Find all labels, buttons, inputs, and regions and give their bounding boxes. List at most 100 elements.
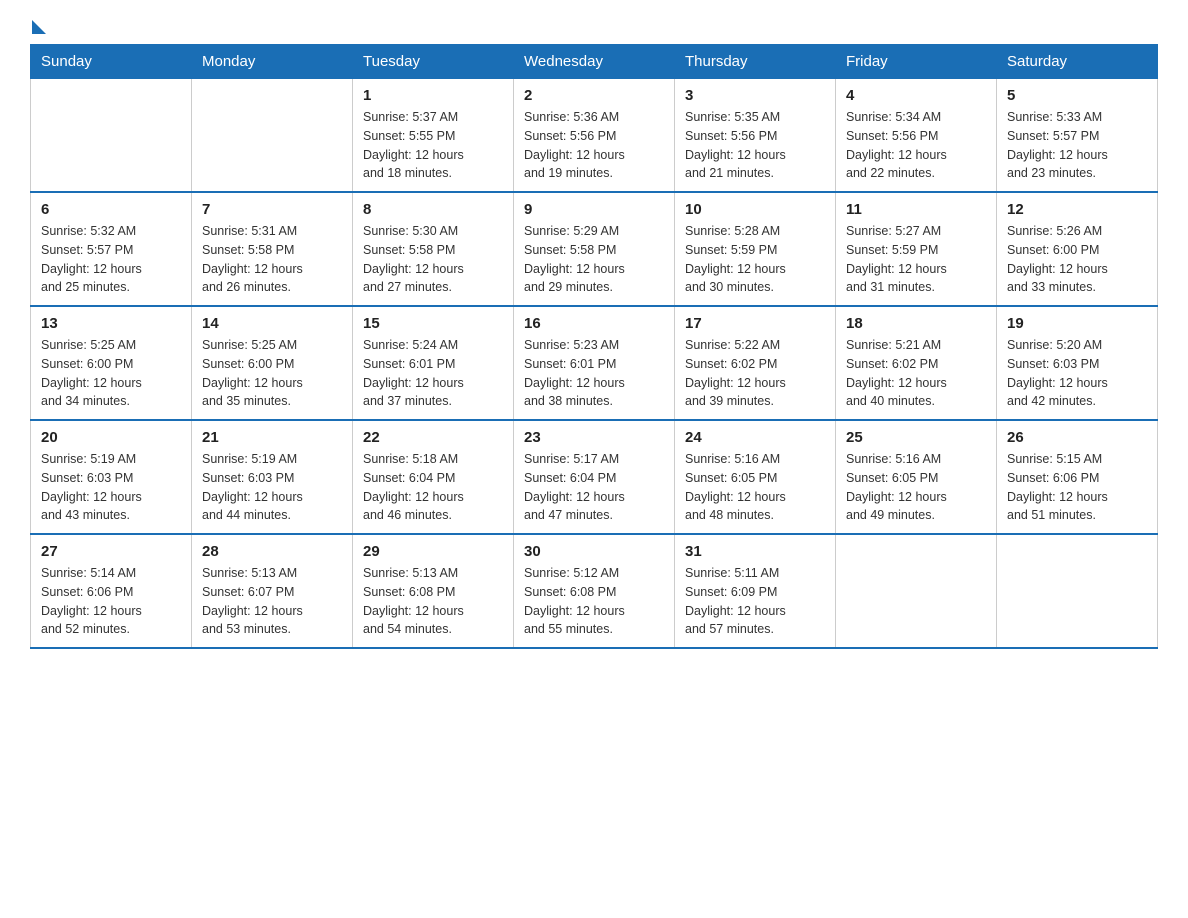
calendar-day-cell: 9 Sunrise: 5:29 AMSunset: 5:58 PMDaylight… <box>514 192 675 306</box>
day-info: Sunrise: 5:16 AMSunset: 6:05 PMDaylight:… <box>685 450 825 525</box>
day-number: 8 <box>363 201 503 218</box>
calendar-week-row: 6 Sunrise: 5:32 AMSunset: 5:57 PMDaylight… <box>31 192 1158 306</box>
calendar-day-cell: 25 Sunrise: 5:16 AMSunset: 6:05 PMDayligh… <box>836 420 997 534</box>
day-of-week-header: Saturday <box>997 45 1158 79</box>
day-of-week-header: Wednesday <box>514 45 675 79</box>
calendar-day-cell: 3Sunrise: 5:35 AMSunset: 5:56 PMDaylight… <box>675 79 836 193</box>
day-info: Sunrise: 5:33 AMSunset: 5:57 PMDaylight:… <box>1007 108 1147 183</box>
day-number: 27 <box>41 543 181 560</box>
calendar-day-cell <box>997 534 1158 648</box>
day-info: Sunrise: 5:36 AMSunset: 5:56 PMDaylight:… <box>524 108 664 183</box>
day-info: Sunrise: 5:37 AMSunset: 5:55 PMDaylight:… <box>363 108 503 183</box>
day-number: 5 <box>1007 87 1147 104</box>
day-info: Sunrise: 5:27 AMSunset: 5:59 PMDaylight:… <box>846 222 986 297</box>
day-info: Sunrise: 5:19 AMSunset: 6:03 PMDaylight:… <box>41 450 181 525</box>
day-info: Sunrise: 5:32 AMSunset: 5:57 PMDaylight:… <box>41 222 181 297</box>
day-number: 23 <box>524 429 664 446</box>
calendar-day-cell: 5 Sunrise: 5:33 AMSunset: 5:57 PMDaylight… <box>997 79 1158 193</box>
calendar-day-cell: 12Sunrise: 5:26 AMSunset: 6:00 PMDayligh… <box>997 192 1158 306</box>
day-info: Sunrise: 5:22 AMSunset: 6:02 PMDaylight:… <box>685 336 825 411</box>
day-info: Sunrise: 5:25 AMSunset: 6:00 PMDaylight:… <box>202 336 342 411</box>
day-number: 3 <box>685 87 825 104</box>
calendar-day-cell: 10Sunrise: 5:28 AMSunset: 5:59 PMDayligh… <box>675 192 836 306</box>
day-of-week-header: Tuesday <box>353 45 514 79</box>
day-number: 4 <box>846 87 986 104</box>
calendar-day-cell: 6 Sunrise: 5:32 AMSunset: 5:57 PMDaylight… <box>31 192 192 306</box>
day-number: 19 <box>1007 315 1147 332</box>
calendar-day-cell: 18 Sunrise: 5:21 AMSunset: 6:02 PMDayligh… <box>836 306 997 420</box>
calendar-day-cell: 1Sunrise: 5:37 AMSunset: 5:55 PMDaylight… <box>353 79 514 193</box>
calendar-day-cell: 16 Sunrise: 5:23 AMSunset: 6:01 PMDayligh… <box>514 306 675 420</box>
calendar-day-cell: 7 Sunrise: 5:31 AMSunset: 5:58 PMDaylight… <box>192 192 353 306</box>
day-info: Sunrise: 5:34 AMSunset: 5:56 PMDaylight:… <box>846 108 986 183</box>
day-number: 16 <box>524 315 664 332</box>
day-info: Sunrise: 5:13 AMSunset: 6:08 PMDaylight:… <box>363 564 503 639</box>
day-number: 31 <box>685 543 825 560</box>
day-of-week-header: Sunday <box>31 45 192 79</box>
calendar-day-cell: 31Sunrise: 5:11 AMSunset: 6:09 PMDayligh… <box>675 534 836 648</box>
calendar-day-cell: 29 Sunrise: 5:13 AMSunset: 6:08 PMDayligh… <box>353 534 514 648</box>
calendar-day-cell: 28 Sunrise: 5:13 AMSunset: 6:07 PMDayligh… <box>192 534 353 648</box>
calendar-table: SundayMondayTuesdayWednesdayThursdayFrid… <box>30 44 1158 649</box>
calendar-day-cell <box>192 79 353 193</box>
day-number: 9 <box>524 201 664 218</box>
calendar-day-cell: 11Sunrise: 5:27 AMSunset: 5:59 PMDayligh… <box>836 192 997 306</box>
calendar-day-cell: 27Sunrise: 5:14 AMSunset: 6:06 PMDayligh… <box>31 534 192 648</box>
calendar-week-row: 20 Sunrise: 5:19 AMSunset: 6:03 PMDayligh… <box>31 420 1158 534</box>
day-number: 13 <box>41 315 181 332</box>
day-info: Sunrise: 5:13 AMSunset: 6:07 PMDaylight:… <box>202 564 342 639</box>
calendar-day-cell: 22Sunrise: 5:18 AMSunset: 6:04 PMDayligh… <box>353 420 514 534</box>
day-info: Sunrise: 5:19 AMSunset: 6:03 PMDaylight:… <box>202 450 342 525</box>
day-info: Sunrise: 5:28 AMSunset: 5:59 PMDaylight:… <box>685 222 825 297</box>
day-info: Sunrise: 5:15 AMSunset: 6:06 PMDaylight:… <box>1007 450 1147 525</box>
day-of-week-header: Friday <box>836 45 997 79</box>
day-number: 29 <box>363 543 503 560</box>
day-of-week-header: Monday <box>192 45 353 79</box>
day-number: 6 <box>41 201 181 218</box>
day-info: Sunrise: 5:12 AMSunset: 6:08 PMDaylight:… <box>524 564 664 639</box>
day-info: Sunrise: 5:20 AMSunset: 6:03 PMDaylight:… <box>1007 336 1147 411</box>
day-number: 14 <box>202 315 342 332</box>
calendar-day-cell: 13Sunrise: 5:25 AMSunset: 6:00 PMDayligh… <box>31 306 192 420</box>
day-info: Sunrise: 5:30 AMSunset: 5:58 PMDaylight:… <box>363 222 503 297</box>
calendar-day-cell: 19 Sunrise: 5:20 AMSunset: 6:03 PMDayligh… <box>997 306 1158 420</box>
day-number: 7 <box>202 201 342 218</box>
day-number: 25 <box>846 429 986 446</box>
day-number: 12 <box>1007 201 1147 218</box>
day-number: 28 <box>202 543 342 560</box>
calendar-day-cell: 15Sunrise: 5:24 AMSunset: 6:01 PMDayligh… <box>353 306 514 420</box>
day-number: 30 <box>524 543 664 560</box>
day-info: Sunrise: 5:21 AMSunset: 6:02 PMDaylight:… <box>846 336 986 411</box>
calendar-day-cell <box>836 534 997 648</box>
day-info: Sunrise: 5:31 AMSunset: 5:58 PMDaylight:… <box>202 222 342 297</box>
calendar-day-cell: 23 Sunrise: 5:17 AMSunset: 6:04 PMDayligh… <box>514 420 675 534</box>
calendar-day-cell: 8 Sunrise: 5:30 AMSunset: 5:58 PMDaylight… <box>353 192 514 306</box>
day-number: 24 <box>685 429 825 446</box>
day-number: 2 <box>524 87 664 104</box>
day-info: Sunrise: 5:24 AMSunset: 6:01 PMDaylight:… <box>363 336 503 411</box>
calendar-week-row: 1Sunrise: 5:37 AMSunset: 5:55 PMDaylight… <box>31 79 1158 193</box>
calendar-day-cell: 30 Sunrise: 5:12 AMSunset: 6:08 PMDayligh… <box>514 534 675 648</box>
calendar-header-row: SundayMondayTuesdayWednesdayThursdayFrid… <box>31 45 1158 79</box>
day-number: 18 <box>846 315 986 332</box>
logo <box>30 20 48 34</box>
calendar-day-cell: 24 Sunrise: 5:16 AMSunset: 6:05 PMDayligh… <box>675 420 836 534</box>
calendar-day-cell: 4 Sunrise: 5:34 AMSunset: 5:56 PMDaylight… <box>836 79 997 193</box>
day-info: Sunrise: 5:23 AMSunset: 6:01 PMDaylight:… <box>524 336 664 411</box>
day-number: 20 <box>41 429 181 446</box>
day-info: Sunrise: 5:18 AMSunset: 6:04 PMDaylight:… <box>363 450 503 525</box>
calendar-week-row: 13 Sunrise: 5:25 AMSunset: 6:00 PMDayligh… <box>31 306 1158 420</box>
calendar-day-cell <box>31 79 192 193</box>
day-info: Sunrise: 5:29 AMSunset: 5:58 PMDaylight:… <box>524 222 664 297</box>
calendar-day-cell: 17 Sunrise: 5:22 AMSunset: 6:02 PMDayligh… <box>675 306 836 420</box>
day-number: 21 <box>202 429 342 446</box>
day-info: Sunrise: 5:17 AMSunset: 6:04 PMDaylight:… <box>524 450 664 525</box>
day-info: Sunrise: 5:16 AMSunset: 6:05 PMDaylight:… <box>846 450 986 525</box>
page-header <box>30 20 1158 34</box>
day-number: 26 <box>1007 429 1147 446</box>
calendar-day-cell: 14 Sunrise: 5:25 AMSunset: 6:00 PMDayligh… <box>192 306 353 420</box>
day-of-week-header: Thursday <box>675 45 836 79</box>
day-number: 17 <box>685 315 825 332</box>
calendar-week-row: 27Sunrise: 5:14 AMSunset: 6:06 PMDayligh… <box>31 534 1158 648</box>
calendar-day-cell: 2 Sunrise: 5:36 AMSunset: 5:56 PMDaylight… <box>514 79 675 193</box>
